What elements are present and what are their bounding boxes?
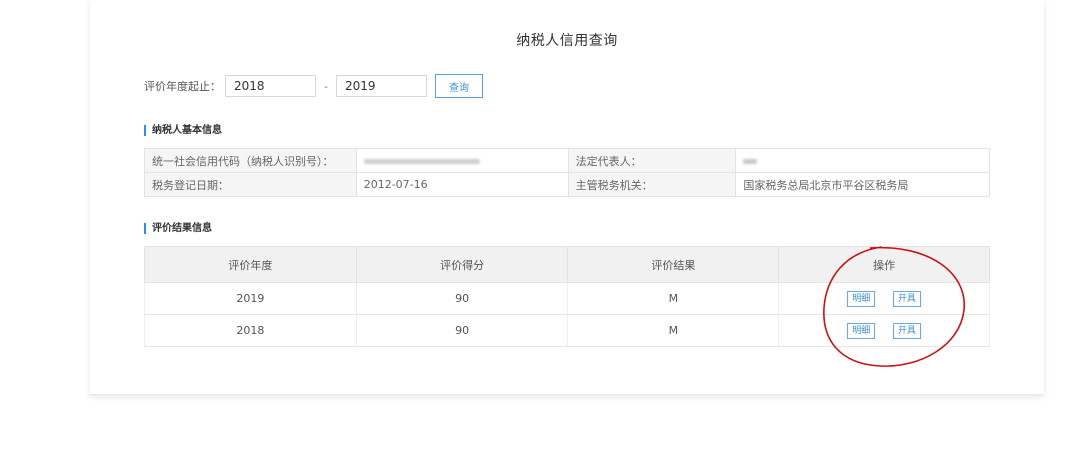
grade-cell: M xyxy=(567,282,780,315)
query-button[interactable]: 查询 xyxy=(435,74,483,98)
grade-cell: M xyxy=(567,314,780,347)
query-panel: 纳税人信用查询 评价年度起止： - 查询 纳税人基本信息 统一社会信用代码（纳税… xyxy=(90,0,1044,395)
credit-code-value xyxy=(355,148,569,173)
registration-date-label: 税务登记日期： xyxy=(144,172,357,197)
column-header-grade: 评价结果 xyxy=(567,246,780,283)
actions-cell: 明细 开具 xyxy=(778,314,990,347)
credit-code-label: 统一社会信用代码（纳税人识别号）： xyxy=(144,148,357,173)
legal-rep-value xyxy=(735,148,990,173)
year-range-label: 评价年度起止： xyxy=(144,80,221,93)
table-row: 税务登记日期： 2012-07-16 主管税务机关： 国家税务总局北京市平谷区税… xyxy=(144,172,990,197)
basic-info-section-title: 纳税人基本信息 xyxy=(144,125,222,136)
table-row: 2018 90 M 明细 开具 xyxy=(144,314,990,347)
year-filter-row: 评价年度起止： - 查询 xyxy=(144,74,483,98)
results-section-title: 评价结果信息 xyxy=(144,223,212,234)
tax-authority-label: 主管税务机关： xyxy=(567,172,737,197)
basic-info-table: 统一社会信用代码（纳税人识别号）： 法定代表人： 税务登记日期： 2012-07… xyxy=(144,148,990,197)
issue-button[interactable]: 开具 xyxy=(892,322,921,339)
column-header-score: 评价得分 xyxy=(355,246,569,283)
end-year-input[interactable] xyxy=(336,75,427,97)
page-title: 纳税人信用查询 xyxy=(516,33,618,49)
redacted-legal-rep xyxy=(743,158,758,164)
year-separator: - xyxy=(324,79,328,93)
table-header-row: 评价年度 评价得分 评价结果 操作 xyxy=(144,246,990,283)
evaluation-results-table: 评价年度 评价得分 评价结果 操作 2019 90 M 明细 开具 2018 9… xyxy=(144,246,990,347)
detail-button[interactable]: 明细 xyxy=(847,290,876,307)
score-cell: 90 xyxy=(355,282,569,315)
actions-cell: 明细 开具 xyxy=(778,282,990,315)
year-cell: 2018 xyxy=(144,314,357,347)
table-row: 统一社会信用代码（纳税人识别号）： 法定代表人： xyxy=(144,148,990,173)
issue-button[interactable]: 开具 xyxy=(892,290,921,307)
detail-button[interactable]: 明细 xyxy=(847,322,876,339)
redacted-credit-code xyxy=(363,158,480,164)
score-cell: 90 xyxy=(355,314,569,347)
column-header-year: 评价年度 xyxy=(144,246,357,283)
registration-date-value: 2012-07-16 xyxy=(355,172,569,197)
year-cell: 2019 xyxy=(144,282,357,315)
legal-rep-label: 法定代表人： xyxy=(567,148,737,173)
start-year-input[interactable] xyxy=(225,75,316,97)
column-header-actions: 操作 xyxy=(778,246,990,283)
table-row: 2019 90 M 明细 开具 xyxy=(144,282,990,315)
tax-authority-value: 国家税务总局北京市平谷区税务局 xyxy=(735,172,990,197)
